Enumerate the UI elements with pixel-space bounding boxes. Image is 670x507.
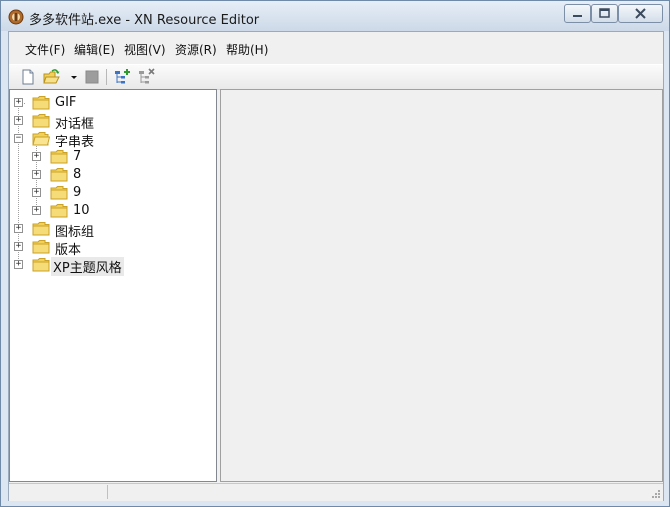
resource-content-panel[interactable] xyxy=(220,89,663,482)
client-area: 文件(F) 编辑(E) 视图(V) 资源(R) 帮助(H) + GIF + 对话… xyxy=(8,31,664,501)
window-title: 多多软件站.exe - XN Resource Editor xyxy=(29,13,260,28)
minimize-icon xyxy=(573,15,582,17)
expand-toggle[interactable]: + xyxy=(14,98,23,107)
app-window: 多多软件站.exe - XN Resource Editor 文件(F) 编辑(… xyxy=(0,0,670,507)
folder-icon xyxy=(50,168,68,182)
tree-node-label: GIF xyxy=(55,95,77,110)
toolbar-separator xyxy=(106,69,107,85)
title-bar[interactable]: 多多软件站.exe - XN Resource Editor xyxy=(1,1,669,31)
app-icon xyxy=(8,9,24,25)
tree-node-gif[interactable]: + GIF xyxy=(10,94,216,112)
dropdown-arrow-icon[interactable] xyxy=(69,68,79,86)
expand-toggle[interactable]: + xyxy=(14,260,23,269)
menu-file[interactable]: 文件(F) xyxy=(25,41,65,58)
tree-node-label: 8 xyxy=(73,167,82,182)
expand-toggle[interactable]: + xyxy=(14,116,23,125)
expand-toggle[interactable]: + xyxy=(14,224,23,233)
open-folder-icon[interactable] xyxy=(43,68,61,86)
close-icon xyxy=(635,8,646,19)
status-bar xyxy=(9,483,663,501)
tree-node-label-selected: XP主题风格 xyxy=(51,257,124,276)
status-pane-2 xyxy=(108,485,648,499)
expand-toggle[interactable]: + xyxy=(32,206,41,215)
folder-icon xyxy=(32,258,50,272)
menu-view[interactable]: 视图(V) xyxy=(124,41,166,58)
folder-icon xyxy=(50,186,68,200)
tree-node-10[interactable]: + 10 xyxy=(28,202,216,220)
delete-resource-icon[interactable] xyxy=(137,68,155,86)
expand-toggle[interactable]: + xyxy=(32,152,41,161)
menu-bar: 文件(F) 编辑(E) 视图(V) 资源(R) 帮助(H) xyxy=(9,32,663,64)
status-pane-1 xyxy=(9,485,108,499)
tree-node-version[interactable]: + 版本 xyxy=(10,238,216,258)
collapse-toggle[interactable]: − xyxy=(14,134,23,143)
new-file-icon[interactable] xyxy=(19,68,37,86)
add-resource-icon[interactable] xyxy=(113,68,131,86)
tree-node-dialog[interactable]: + 对话框 xyxy=(10,112,216,132)
menu-edit[interactable]: 编辑(E) xyxy=(74,41,115,58)
expand-toggle[interactable]: + xyxy=(32,170,41,179)
folder-icon xyxy=(32,114,50,128)
menu-resource[interactable]: 资源(R) xyxy=(175,41,217,58)
resource-tree[interactable]: + GIF + 对话框 − 字串表 + 7 + 8 + 9 + 10 + 图标组… xyxy=(9,89,217,482)
toolbar xyxy=(9,64,663,90)
tree-node-label: 7 xyxy=(73,149,82,164)
folder-icon xyxy=(32,96,50,110)
folder-icon xyxy=(50,204,68,218)
menu-help[interactable]: 帮助(H) xyxy=(226,41,268,58)
tree-node-8[interactable]: + 8 xyxy=(28,166,216,184)
tree-node-string-table[interactable]: − 字串表 xyxy=(10,130,216,150)
tree-node-label: 9 xyxy=(73,185,82,200)
maximize-button[interactable] xyxy=(591,4,618,23)
tree-node-xp-theme[interactable]: + XP主题风格 xyxy=(10,256,216,276)
maximize-icon xyxy=(599,8,610,18)
tree-node-7[interactable]: + 7 xyxy=(28,148,216,166)
expand-toggle[interactable]: + xyxy=(32,188,41,197)
expand-toggle[interactable]: + xyxy=(14,242,23,251)
open-folder-icon xyxy=(32,132,50,146)
tree-node-icon-group[interactable]: + 图标组 xyxy=(10,220,216,240)
folder-icon xyxy=(50,150,68,164)
minimize-button[interactable] xyxy=(564,4,591,23)
tree-node-label: 10 xyxy=(73,203,90,218)
stop-icon[interactable] xyxy=(83,68,101,86)
close-button[interactable] xyxy=(618,4,663,23)
folder-icon xyxy=(32,240,50,254)
resize-grip-icon[interactable] xyxy=(649,487,661,499)
tree-node-9[interactable]: + 9 xyxy=(28,184,216,202)
folder-icon xyxy=(32,222,50,236)
